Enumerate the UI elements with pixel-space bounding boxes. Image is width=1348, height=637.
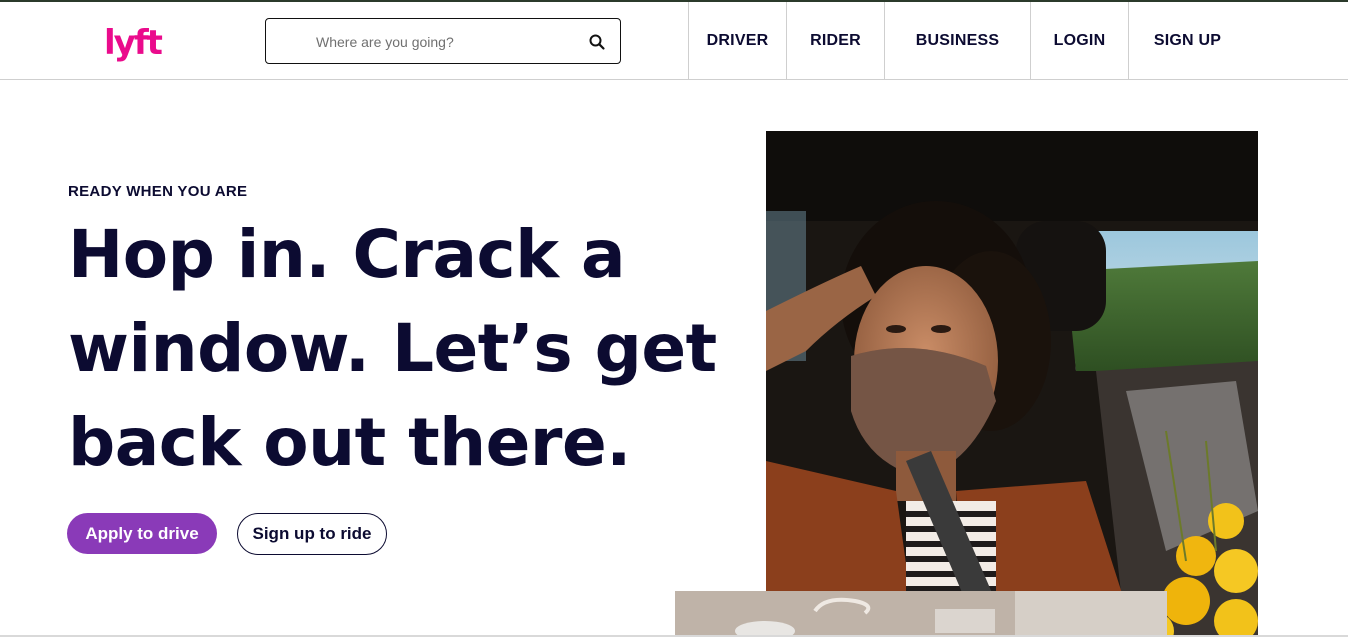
nav-business[interactable]: BUSINESS bbox=[884, 2, 1030, 80]
hero-photo bbox=[766, 131, 1258, 637]
logo-text: lyft bbox=[104, 23, 163, 63]
lyft-logo[interactable]: lyft bbox=[104, 22, 164, 64]
nav-login[interactable]: LOGIN bbox=[1030, 2, 1128, 80]
search-icon[interactable] bbox=[588, 33, 606, 51]
hero-eyebrow: READY WHEN YOU ARE bbox=[68, 183, 248, 200]
main-nav: DRIVER RIDER BUSINESS LOGIN SIGN UP bbox=[688, 2, 1246, 80]
search-input[interactable] bbox=[316, 31, 576, 53]
search-box[interactable] bbox=[265, 18, 621, 64]
headline-line-3: back out there. bbox=[68, 404, 631, 481]
secondary-photo-illustration bbox=[675, 591, 1167, 637]
nav-driver[interactable]: DRIVER bbox=[688, 2, 786, 80]
nav-rider[interactable]: RIDER bbox=[786, 2, 884, 80]
site-header: lyft DRIVER RIDER BUSINESS LOGIN SIGN UP bbox=[0, 2, 1348, 80]
sign-up-to-ride-button[interactable]: Sign up to ride bbox=[237, 513, 387, 555]
hero-photo-illustration bbox=[766, 131, 1258, 637]
secondary-photo bbox=[675, 591, 1167, 637]
headline-line-2: window. Let’s get bbox=[68, 310, 717, 387]
apply-to-drive-button[interactable]: Apply to drive bbox=[67, 513, 217, 554]
hero-headline: Hop in. Crack a window. Let’s get back o… bbox=[68, 208, 717, 490]
nav-signup[interactable]: SIGN UP bbox=[1128, 2, 1246, 80]
headline-line-1: Hop in. Crack a bbox=[68, 216, 626, 293]
